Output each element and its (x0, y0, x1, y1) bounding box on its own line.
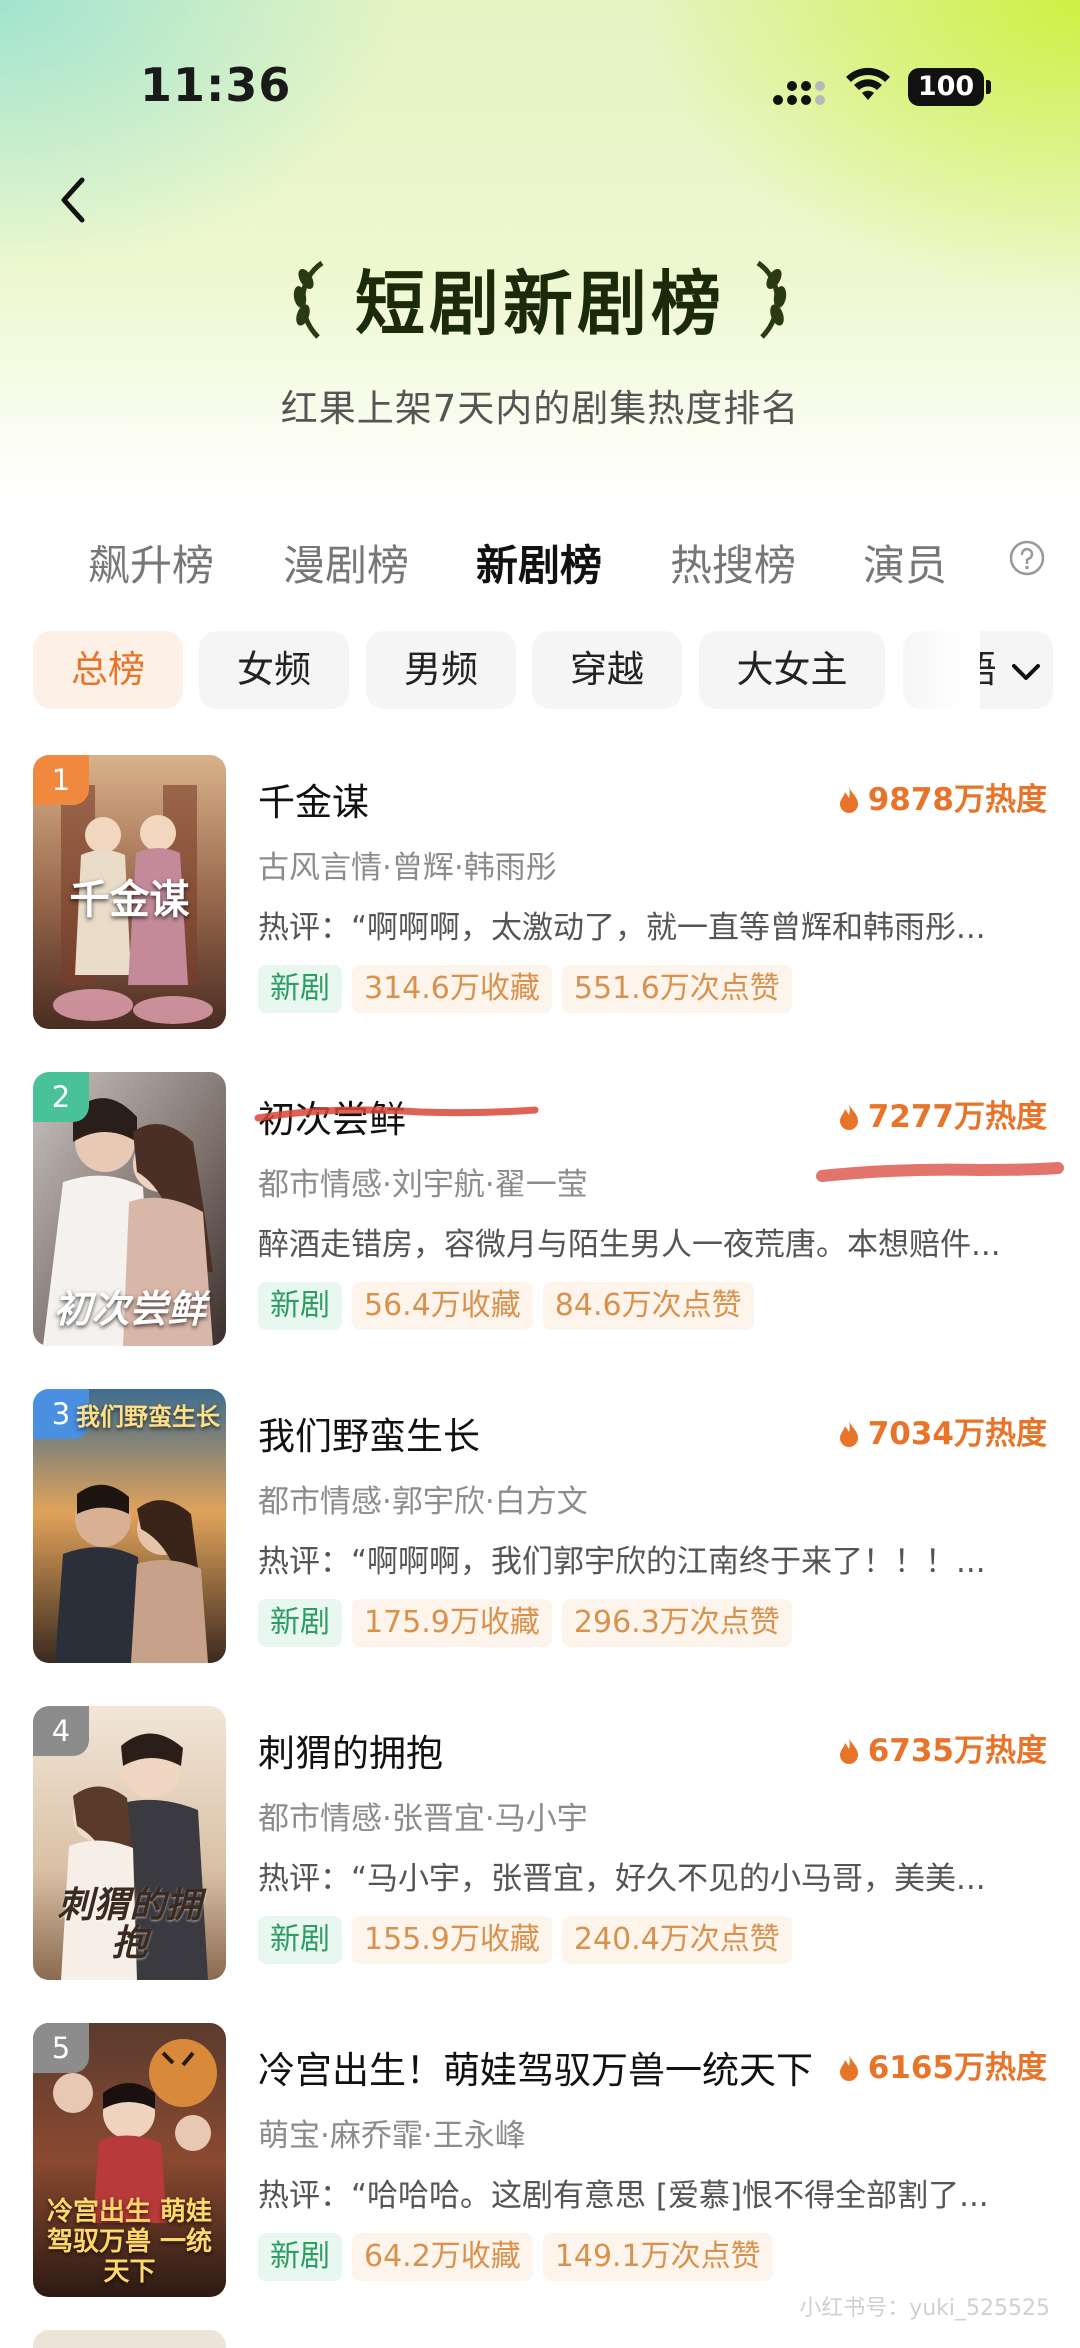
tag-likes: 149.1万次点赞 (542, 2233, 773, 2281)
drama-title: 刺猬的拥抱 (258, 1732, 443, 1775)
tag-row: 新剧 56.4万收藏 84.6万次点赞 (258, 1282, 764, 1332)
tag-new: 新剧 (258, 1916, 342, 1964)
rank-badge: 1 (33, 755, 89, 805)
chip-heroine[interactable]: 大女主 (699, 631, 885, 709)
rank-badge: 5 (33, 2023, 89, 2073)
chips-fade (900, 628, 980, 714)
tab-rising[interactable]: 飙升榜 (88, 532, 214, 593)
hot-comment: 热评：“哈哈哈。这剧有意思 [爱慕]恨不得全部割了... (258, 2178, 989, 2214)
help-icon[interactable] (1009, 540, 1045, 576)
laurel-left-icon (293, 260, 324, 339)
drama-title: 冷宫出生！萌娃驾驭万兽一统天下 (258, 2049, 813, 2092)
wifi-icon (846, 67, 890, 100)
list-item[interactable]: 5 冷宫出生 萌娃驾驭万兽 一统天下 冷宫出生！萌娃驾驭万兽一统天下 6165万… (0, 2020, 1080, 2300)
drama-meta: 萌宝·麻乔霏·王永峰 (258, 2118, 526, 2154)
tag-likes: 240.4万次点赞 (561, 1916, 792, 1964)
cover-title: 初次尝鲜 (53, 1286, 206, 1331)
chip-all[interactable]: 总榜 (33, 631, 183, 709)
drama-meta: 都市情感·郭宇欣·白方文 (258, 1484, 588, 1520)
tag-likes: 84.6万次点赞 (542, 1282, 754, 1330)
heat-value: 6735万热度 (838, 1725, 1047, 1770)
tabs-fade (940, 520, 1000, 600)
flame-icon (839, 787, 858, 813)
signal-icon (773, 81, 825, 105)
heat-value: 7034万热度 (838, 1408, 1047, 1453)
drama-meta: 都市情感·张晋宜·马小宇 (258, 1801, 588, 1837)
chip-male[interactable]: 男频 (366, 631, 516, 709)
tag-favorites: 64.2万收藏 (352, 2233, 533, 2281)
drama-cover: 3 我们野蛮生长 (33, 1389, 226, 1663)
category-chips: 总榜 女频 男频 穿越 大女主 语 (0, 628, 1080, 714)
tab-comic[interactable]: 漫剧榜 (283, 532, 409, 593)
battery-indicator: 100 (908, 68, 991, 106)
drama-cover: 1 千金谋 (33, 755, 226, 1029)
watermark: 小红书号：yuki_525525 (799, 2296, 1050, 2321)
heat-text: 6165万热度 (867, 2050, 1047, 2086)
drama-title: 初次尝鲜 (258, 1098, 406, 1141)
chip-female[interactable]: 女频 (199, 631, 349, 709)
drama-title: 我们野蛮生长 (258, 1415, 480, 1458)
tag-likes: 296.3万次点赞 (561, 1599, 792, 1647)
drama-meta: 都市情感·刘宇航·翟一莹 (258, 1167, 588, 1203)
cover-title: 冷宫出生 萌娃驾驭万兽 一统天下 (46, 2197, 213, 2287)
flame-icon (839, 1738, 858, 1764)
flame-icon (839, 1421, 858, 1447)
tag-likes: 551.6万次点赞 (561, 965, 792, 1013)
heat-value: 6165万热度 (838, 2042, 1047, 2087)
drama-cover: 4 刺猬的拥抱 (33, 1706, 226, 1980)
status-time: 11:36 (140, 58, 292, 112)
list-item[interactable]: 3 我们野蛮生长 我们野蛮生长 7034万热度 都市情感·郭宇欣·白方文 热评：… (0, 1386, 1080, 1666)
tab-actor[interactable]: 演员 (863, 532, 947, 593)
page-subtitle: 红果上架7天内的剧集热度排名 (280, 387, 800, 430)
drama-cover: 2 初次尝鲜 (33, 1072, 226, 1346)
tag-new: 新剧 (258, 1282, 342, 1330)
page-title-block: 短剧新剧榜 (0, 248, 1080, 358)
list-item[interactable]: 1 千金谋 千金谋 9878万热度 古风言情·曾辉·韩雨彤 热评：“啊啊啊，太激… (0, 752, 1080, 1032)
tag-new: 新剧 (258, 1599, 342, 1647)
heat-text: 7277万热度 (867, 1099, 1047, 1135)
tag-row: 新剧 64.2万收藏 149.1万次点赞 (258, 2233, 783, 2283)
flame-icon (839, 1104, 858, 1130)
tab-new[interactable]: 新剧榜 (476, 532, 602, 593)
hot-comment: 热评：“啊啊啊，我们郭宇欣的江南终于来了！！！... (258, 1544, 986, 1580)
cover-title: 我们野蛮生长 (76, 1402, 220, 1431)
tag-favorites: 314.6万收藏 (352, 965, 552, 1013)
hot-comment: 醉酒走错房，容微月与陌生男人一夜荒唐。本想赔件... (258, 1227, 1001, 1263)
flame-icon (839, 2055, 858, 2081)
next-item-peek (33, 2330, 226, 2348)
tag-row: 新剧 175.9万收藏 296.3万次点赞 (258, 1599, 802, 1649)
heat-text: 7034万热度 (867, 1416, 1047, 1452)
tag-favorites: 155.9万收藏 (352, 1916, 552, 1964)
back-icon[interactable] (50, 170, 98, 230)
chip-time-travel[interactable]: 穿越 (532, 631, 682, 709)
drama-meta: 古风言情·曾辉·韩雨彤 (258, 850, 557, 886)
tag-favorites: 175.9万收藏 (352, 1599, 552, 1647)
drama-title: 千金谋 (258, 781, 369, 824)
cover-title: 千金谋 (69, 876, 190, 923)
list-item[interactable]: 4 刺猬的拥抱 刺猬的拥抱 6735万热度 都市情感·张晋宜·马小宇 热评：“马… (0, 1703, 1080, 1983)
drama-cover: 5 冷宫出生 萌娃驾驭万兽 一统天下 (33, 2023, 226, 2297)
chevron-down-icon[interactable] (1006, 654, 1046, 690)
heat-value: 9878万热度 (838, 774, 1047, 819)
heat-text: 9878万热度 (867, 782, 1047, 818)
heat-text: 6735万热度 (867, 1733, 1047, 1769)
ranking-tabs: 飙升榜 漫剧榜 新剧榜 热搜榜 演员 (0, 520, 1080, 600)
hot-comment: 热评：“马小宇，张晋宜，好久不见的小马哥，美美... (258, 1861, 986, 1897)
tag-new: 新剧 (258, 2233, 342, 2281)
list-item[interactable]: 2 初次尝鲜 初次尝鲜 7277万热度 都市情感·刘宇航·翟一莹 醉酒走错房，容… (0, 1069, 1080, 1349)
laurel-right-icon (756, 260, 787, 339)
cover-title: 刺猬的拥抱 (57, 1884, 202, 1964)
page-title: 短剧新剧榜 (355, 263, 725, 345)
tab-hot-search[interactable]: 热搜榜 (670, 532, 796, 593)
tag-new: 新剧 (258, 965, 342, 1013)
heat-value: 7277万热度 (838, 1091, 1047, 1136)
rank-badge: 4 (33, 1706, 89, 1756)
tag-row: 新剧 155.9万收藏 240.4万次点赞 (258, 1916, 802, 1966)
tag-favorites: 56.4万收藏 (352, 1282, 533, 1330)
rank-badge: 2 (33, 1072, 89, 1122)
status-bar: 11:36 100 (0, 0, 1080, 180)
tag-row: 新剧 314.6万收藏 551.6万次点赞 (258, 965, 802, 1015)
hot-comment: 热评：“啊啊啊，太激动了，就一直等曾辉和韩雨彤... (258, 910, 986, 946)
